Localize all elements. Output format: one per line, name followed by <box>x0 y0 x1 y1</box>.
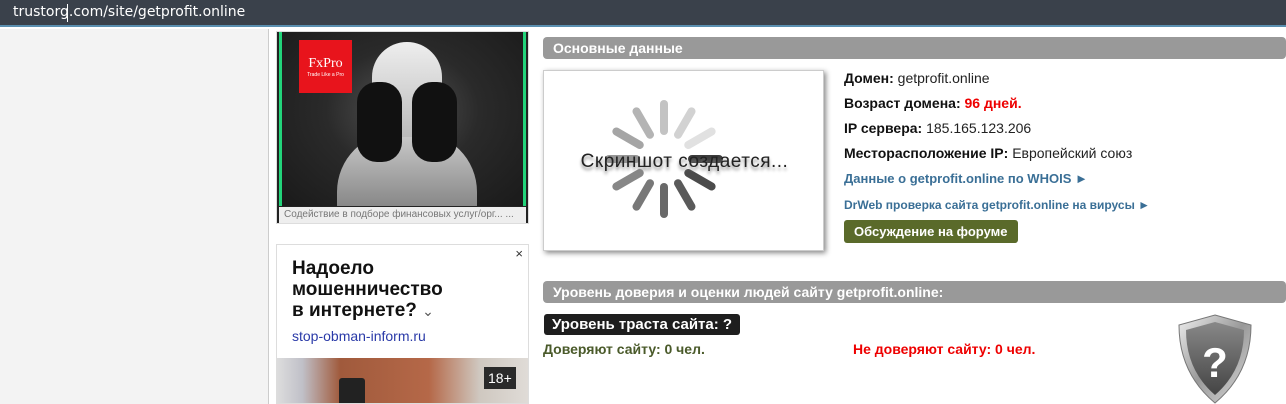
ad-image: FxPro Trade Like a Pro <box>279 32 526 206</box>
trust-header: Уровень доверия и оценки людей сайту get… <box>543 281 1286 303</box>
spinner-spoke <box>674 179 696 211</box>
spinner-spoke <box>684 127 716 149</box>
ad-title[interactable]: Надоело мошенничество в интернете? ⌄ <box>292 258 443 322</box>
hand-right <box>412 82 457 162</box>
domain-info: Домен: getprofit.online Возраст домена: … <box>844 70 1150 243</box>
left-panel <box>0 29 269 404</box>
spinner-spoke <box>632 179 654 211</box>
drweb-link[interactable]: DrWeb проверка сайта getprofit.online на… <box>844 198 1150 220</box>
ad-link[interactable]: stop-obman-inform.ru <box>292 328 426 344</box>
trust-count: Доверяют сайту: 0 чел. <box>543 341 705 357</box>
whois-link[interactable]: Данные о getprofit.online по WHOIS ► <box>844 171 1150 196</box>
spinner-spoke <box>632 107 654 139</box>
basic-data-header: Основные данные <box>543 37 1286 59</box>
spinner-spoke <box>674 107 696 139</box>
yandex-ad[interactable]: × Надоело мошенничество в интернете? ⌄ s… <box>276 244 529 404</box>
cup <box>339 378 365 403</box>
ad-photo: 18+ <box>277 358 528 403</box>
domain-value: getprofit.online <box>897 70 990 86</box>
forum-button[interactable]: Обсуждение на форуме <box>844 220 1018 243</box>
hand-left <box>357 82 402 162</box>
text-caret <box>67 4 68 22</box>
address-bar[interactable]: trustorg.com/site/getprofit.online <box>0 0 1286 27</box>
spinner-spoke <box>612 169 644 191</box>
ad-caption[interactable]: Содействие в подборе финансовых услуг/ор… <box>279 207 526 223</box>
screenshot-status: Скриншот создается... <box>580 151 789 172</box>
ip-value: 185.165.123.206 <box>926 120 1032 136</box>
fxpro-logo: FxPro Trade Like a Pro <box>299 40 352 93</box>
shield-question-icon: ? <box>1178 314 1252 404</box>
trust-level-badge: Уровень траста сайта: ? <box>544 314 741 335</box>
age-badge: 18+ <box>484 367 516 389</box>
domain-age: 96 дней. <box>964 95 1022 111</box>
svg-text:?: ? <box>1202 339 1228 386</box>
spinner-spoke <box>684 169 716 191</box>
chevron-down-icon[interactable]: ⌄ <box>422 303 434 319</box>
location-value: Европейский союз <box>1012 145 1133 161</box>
url-text[interactable]: trustorg.com/site/getprofit.online <box>13 4 245 20</box>
close-icon[interactable]: × <box>515 246 523 261</box>
distrust-count: Не доверяют сайту: 0 чел. <box>853 341 1036 357</box>
screenshot-placeholder: Скриншот создается... <box>543 70 824 251</box>
spinner-spoke <box>612 127 644 149</box>
fxpro-ad[interactable]: FxPro Trade Like a Pro Содействие в подбо… <box>276 31 529 224</box>
